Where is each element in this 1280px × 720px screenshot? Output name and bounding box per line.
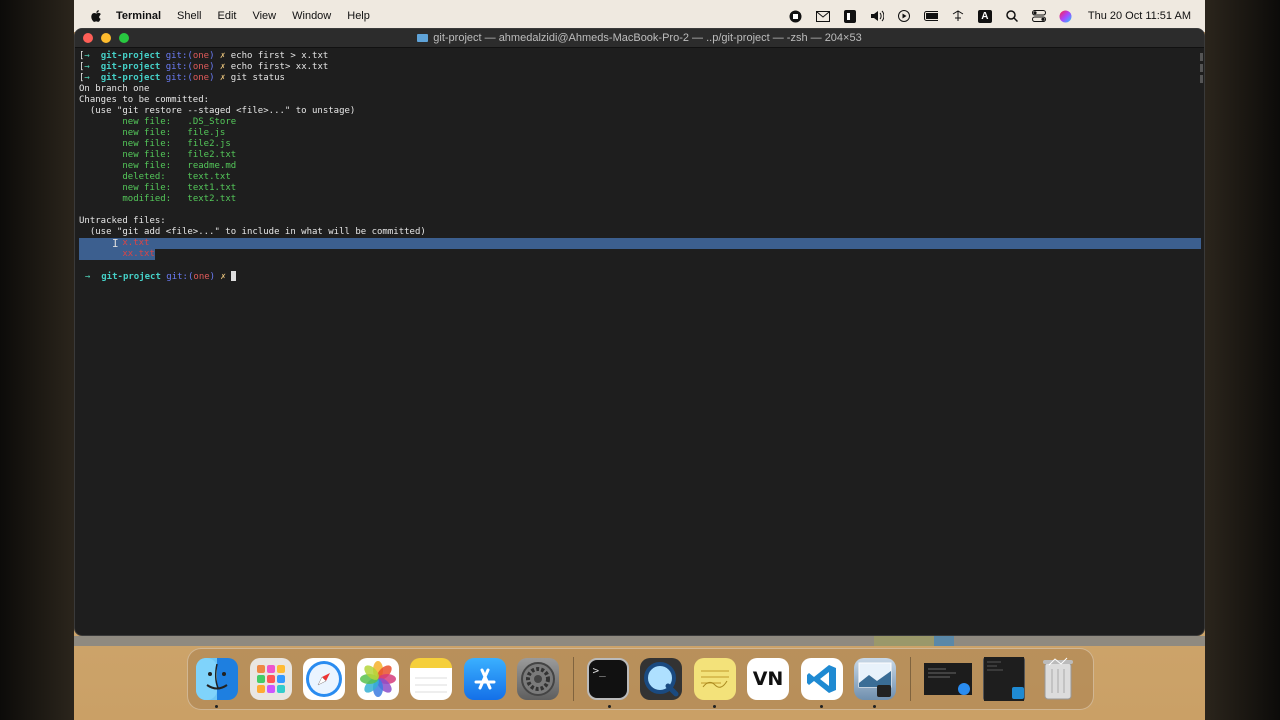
staged-file-line: new file: text1.txt [122, 183, 237, 193]
menubar-clock[interactable]: Thu 20 Oct 11:51 AM [1088, 10, 1191, 22]
dock-finder[interactable] [196, 658, 238, 708]
dock-terminal[interactable]: >_ [586, 658, 629, 708]
terminal-icon: >_ [592, 664, 606, 677]
staged-file-line: new file: file2.txt [122, 150, 237, 160]
dock-preview[interactable] [854, 658, 896, 708]
scroll-marks [1200, 53, 1203, 86]
quicktime-icon [644, 662, 679, 697]
dock-separator [572, 657, 574, 701]
untracked-file-line-selected[interactable]: x.txt I [79, 238, 1201, 249]
dock-photos[interactable] [356, 658, 399, 700]
output-line: (use "git add <file>..." to include in w… [79, 227, 426, 237]
dock-minimized-window[interactable] [923, 663, 972, 695]
dock-separator [909, 657, 911, 701]
window-titlebar[interactable]: git-project — ahmedalzidi@Ahmeds-MacBook… [75, 29, 1204, 48]
window-title-text: git-project — ahmedalzidi@Ahmeds-MacBook… [433, 32, 862, 44]
volume-icon[interactable] [870, 10, 884, 23]
stickies-icon [700, 670, 729, 688]
dock-notes[interactable] [410, 658, 452, 700]
app-store-icon [474, 668, 495, 690]
dock-system-preferences[interactable] [517, 658, 559, 700]
battery-icon[interactable] [923, 10, 938, 23]
terminal-cursor [231, 271, 237, 281]
menu-help[interactable]: Help [347, 10, 370, 22]
staged-file-line: new file: file.js [122, 128, 226, 138]
output-line: Changes to be committed: [79, 95, 210, 105]
terminal-window: git-project — ahmedalzidi@Ahmeds-MacBook… [74, 28, 1205, 636]
dock-vscode[interactable] [800, 658, 843, 708]
preview-icon [858, 662, 892, 697]
menu-edit[interactable]: Edit [218, 10, 237, 22]
terminal-output[interactable]: [→ git-project git:(one) ✗ echo first > … [79, 51, 1201, 635]
prompt-line: [→ git-project git:(one) ✗ echo first > … [79, 51, 329, 61]
search-icon[interactable] [1005, 10, 1019, 23]
input-source-icon[interactable]: A [977, 9, 992, 23]
staged-file-line: modified: text2.txt [122, 194, 237, 204]
prompt-line: [→ git-project git:(one) ✗ echo first> x… [79, 62, 329, 72]
dock: >_ VN [187, 648, 1094, 710]
menu-app-terminal[interactable]: Terminal [116, 10, 161, 22]
staged-file-line: deleted: text.txt [122, 172, 231, 182]
staged-file-line: new file: readme.md [122, 161, 237, 171]
apple-menu-icon[interactable] [90, 9, 104, 23]
screen-record-icon[interactable] [789, 10, 803, 23]
current-prompt-line[interactable]: → git-project git:(one) ✗ [79, 271, 1200, 282]
menu-view[interactable]: View [252, 10, 276, 22]
photos-icon [359, 661, 396, 697]
dock-safari[interactable] [303, 658, 345, 700]
launchpad-icon [256, 665, 285, 693]
prompt-line: [→ git-project git:(one) ✗ git status [79, 73, 285, 83]
desktop: Terminal Shell Edit View Window Help A T… [74, 0, 1205, 720]
window-title: git-project — ahmedalzidi@Ahmeds-MacBook… [75, 32, 1204, 44]
window-thumbnail-icon [984, 657, 1024, 701]
letterbox-left [0, 0, 74, 720]
command-text: echo first > x.txt [230, 51, 329, 61]
background-window-strip [74, 636, 1205, 646]
command-text: echo first> xx.txt [230, 62, 329, 72]
dock-launchpad[interactable] [249, 658, 292, 700]
staged-file-line: new file: file2.js [122, 139, 231, 149]
dock-trash[interactable] [1037, 657, 1079, 700]
dock-app-store[interactable] [463, 658, 506, 700]
play-icon[interactable] [897, 10, 911, 23]
trash-icon [1042, 657, 1073, 700]
vn-icon: VN [752, 668, 784, 690]
output-line: (use "git restore --staged <file>..." to… [79, 106, 356, 116]
menu-window[interactable]: Window [292, 10, 331, 22]
untracked-file-line-selected[interactable]: xx.txt [79, 249, 1200, 260]
gear-icon [521, 662, 555, 696]
staged-file-line: new file: .DS_Store [122, 117, 237, 127]
notes-icon [415, 677, 447, 693]
dock-quicktime[interactable] [640, 658, 682, 700]
vscode-icon [806, 665, 836, 693]
gmail-icon[interactable] [815, 10, 830, 23]
status-area: A Thu 20 Oct 11:51 AM [789, 9, 1191, 23]
folder-icon [417, 34, 429, 42]
finder-icon [196, 658, 228, 700]
menu-shell[interactable]: Shell [177, 10, 201, 22]
network-icon[interactable] [951, 10, 965, 23]
output-line: Untracked files: [79, 216, 166, 226]
output-line: On branch one [79, 84, 150, 94]
window-thumbnail-icon [923, 663, 972, 695]
command-text: git status [230, 73, 285, 83]
office-icon[interactable] [843, 9, 857, 23]
letterbox-right [1205, 0, 1280, 720]
safari-compass-icon [306, 661, 342, 697]
dock-stickies[interactable] [693, 658, 736, 708]
dock-vn[interactable]: VN [747, 658, 789, 700]
siri-icon[interactable] [1059, 10, 1073, 23]
control-center-icon[interactable] [1031, 10, 1046, 23]
dock-minimized-window[interactable] [983, 657, 1025, 701]
text-selection [79, 238, 1201, 249]
